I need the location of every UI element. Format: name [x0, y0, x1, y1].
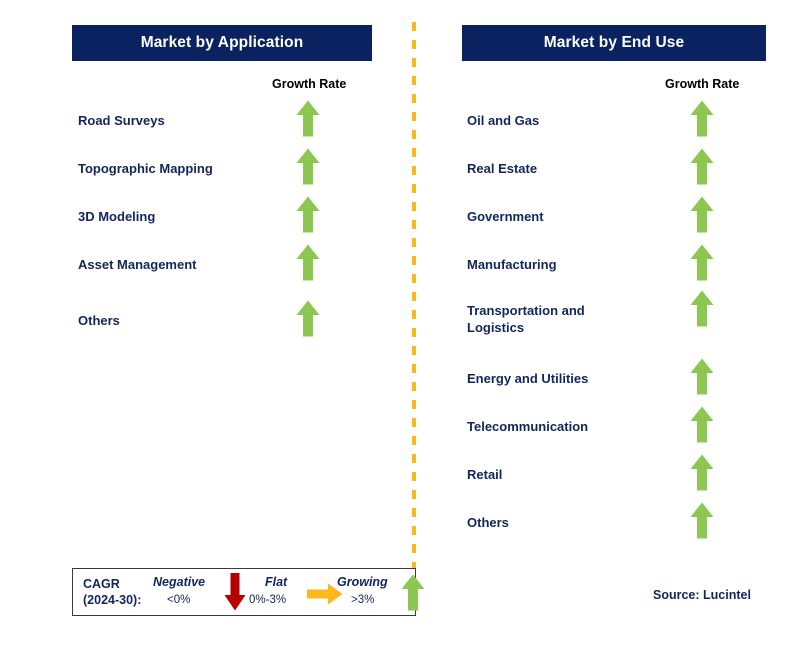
- row-label: Manufacturing: [467, 257, 557, 272]
- legend-item-growing: Growing >3%: [327, 569, 425, 615]
- table-row: Government: [430, 196, 770, 248]
- arrow-up-icon: [689, 358, 723, 398]
- vertical-dashed-divider: [412, 22, 416, 578]
- panel-header-application: Market by Application: [72, 25, 372, 61]
- legend-range-flat: 0%-3%: [249, 594, 287, 606]
- arrow-up-icon: [689, 406, 723, 446]
- arrow-up-icon: [689, 100, 723, 140]
- row-label: Others: [78, 313, 120, 328]
- arrow-up-icon: [689, 290, 723, 330]
- row-label: Asset Management: [78, 257, 197, 272]
- arrow-up-icon: [689, 148, 723, 188]
- row-label: 3D Modeling: [78, 209, 156, 224]
- row-label: Oil and Gas: [467, 113, 540, 128]
- table-row: Energy and Utilities: [430, 358, 770, 410]
- table-row: 3D Modeling: [40, 196, 380, 248]
- table-row: Asset Management: [40, 244, 380, 296]
- row-label: Government: [467, 209, 544, 224]
- cagr-legend: CAGR (2024-30): Negative <0% Flat 0%-3% …: [72, 568, 425, 616]
- row-label: Transportation and Logistics: [467, 303, 585, 335]
- table-row: Oil and Gas: [430, 100, 770, 152]
- row-label: Energy and Utilities: [467, 371, 589, 386]
- row-label: Topographic Mapping: [78, 161, 213, 176]
- legend-word-flat: Flat: [265, 575, 288, 589]
- arrow-up-icon: [689, 244, 723, 284]
- arrow-up-icon: [295, 100, 329, 140]
- legend-item-flat: Flat 0%-3%: [235, 569, 343, 615]
- arrow-up-icon: [295, 196, 329, 236]
- arrow-up-icon: [295, 300, 329, 340]
- arrow-up-icon: [689, 502, 723, 542]
- table-row: Others: [40, 300, 380, 352]
- row-label: Road Surveys: [78, 113, 165, 128]
- row-label: Real Estate: [467, 161, 538, 176]
- panel-market-by-end-use: Market by End Use Growth Rate Oil and Ga…: [430, 0, 770, 645]
- legend-word-growing: Growing: [337, 575, 388, 589]
- legend-word-negative: Negative: [153, 575, 206, 589]
- arrow-up-icon: [295, 148, 329, 188]
- legend-item-negative: Negative <0%: [149, 569, 246, 615]
- legend-range-growing: >3%: [351, 594, 375, 606]
- panel-header-enduse: Market by End Use: [462, 25, 766, 61]
- table-row: Others: [430, 502, 770, 554]
- legend-range-negative: <0%: [167, 594, 191, 606]
- arrow-up-icon: [689, 454, 723, 494]
- panel-market-by-application: Market by Application Growth Rate Road S…: [40, 0, 380, 645]
- growth-rate-column-header: Growth Rate: [665, 77, 740, 91]
- table-row: Road Surveys: [40, 100, 380, 152]
- row-label: Retail: [467, 467, 503, 482]
- growth-rate-column-header: Growth Rate: [272, 77, 347, 91]
- table-row: Telecommunication: [430, 406, 770, 458]
- table-row: Topographic Mapping: [40, 148, 380, 200]
- table-row: Transportation and Logistics: [430, 290, 770, 342]
- table-row: Real Estate: [430, 148, 770, 200]
- row-label: Others: [467, 515, 509, 530]
- arrow-up-icon: [689, 196, 723, 236]
- row-label: Telecommunication: [467, 419, 589, 434]
- arrow-up-icon: [295, 244, 329, 284]
- source-note: Source: Lucintel: [653, 588, 751, 602]
- legend-cagr-label: CAGR (2024-30):: [83, 577, 142, 607]
- arrow-up-icon: [401, 574, 425, 616]
- table-row: Retail: [430, 454, 770, 506]
